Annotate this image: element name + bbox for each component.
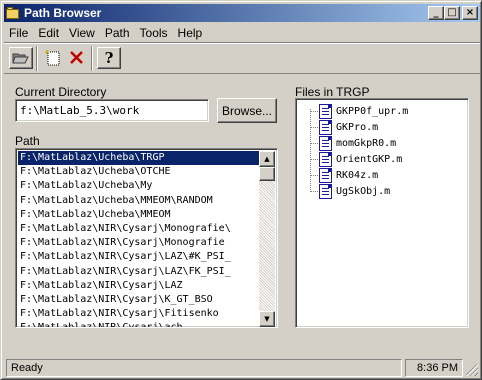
file-name: momGkpR0.m xyxy=(336,137,397,149)
path-list-item[interactable]: F:\MatLablaz\NIR\Cysarj\LAZ\#K_PSI_ xyxy=(18,250,260,264)
m-file-icon xyxy=(319,135,332,151)
menu-tools[interactable]: Tools xyxy=(135,26,173,40)
file-name: GKPP0f_upr.m xyxy=(336,105,409,117)
m-file-icon xyxy=(319,103,332,119)
path-list-item[interactable]: F:\MatLablaz\NIR\Cysarj\K_GT_BSO xyxy=(18,293,260,307)
folder-app-icon xyxy=(6,6,20,20)
m-file-icon xyxy=(319,167,332,183)
path-label: Path xyxy=(15,134,40,148)
tree-branch xyxy=(310,190,318,192)
help-icon: ? xyxy=(104,49,114,67)
arrow-down-icon: ▼ xyxy=(264,315,270,323)
open-folder-button[interactable] xyxy=(9,47,33,69)
browse-button[interactable]: Browse... xyxy=(217,98,277,123)
window-controls: _ □ × xyxy=(428,6,478,20)
files-tree[interactable]: GKPP0f_upr.m GKPro.m momGkpR0.m OrientGKP.m… xyxy=(295,98,469,328)
current-directory-label: Current Directory xyxy=(15,85,107,99)
new-file-icon xyxy=(45,50,60,66)
files-label: Files in TRGP xyxy=(295,85,370,99)
toolbar-separator xyxy=(36,46,38,71)
close-button[interactable]: × xyxy=(462,6,478,20)
menu-path[interactable]: Path xyxy=(100,26,135,40)
maximize-button[interactable]: □ xyxy=(444,6,460,20)
file-list-item[interactable]: RK04z.m xyxy=(310,167,378,183)
file-list-item[interactable]: GKPro.m xyxy=(310,119,378,135)
menu-edit[interactable]: Edit xyxy=(33,26,64,40)
file-name: UgSkObj.m xyxy=(336,185,391,197)
status-text: Ready xyxy=(6,359,402,377)
tree-branch xyxy=(310,158,318,160)
resize-grip[interactable] xyxy=(466,364,478,376)
menu-bar: File Edit View Path Tools Help xyxy=(4,23,480,42)
path-list-item[interactable]: F:\MatLablaz\Ucheba\TRGP xyxy=(17,149,261,167)
path-browser-window: Path Browser _ □ × File Edit View Path T… xyxy=(0,0,482,380)
tree-branch xyxy=(310,126,318,128)
file-list-item[interactable]: OrientGKP.m xyxy=(310,151,402,167)
status-time: 8:36 PM xyxy=(405,359,463,377)
path-listbox[interactable]: F:\MatLablaz\Ucheba\TRGP F:\MatLablaz\Uch… xyxy=(15,148,278,328)
tree-branch xyxy=(310,174,318,176)
path-list-item[interactable]: F:\MatLablaz\NIR\Cysarj\LAZ xyxy=(18,279,260,293)
menu-help[interactable]: Help xyxy=(173,26,208,40)
path-rows: F:\MatLablaz\Ucheba\TRGP F:\MatLablaz\Uch… xyxy=(17,149,261,327)
menu-view[interactable]: View xyxy=(64,26,100,40)
path-list-item[interactable]: F:\MatLablaz\NIR\Cysarj\LAZ\FK_PSI_ xyxy=(18,265,260,279)
menu-file[interactable]: File xyxy=(4,26,33,40)
delete-icon xyxy=(70,51,83,64)
path-list-item[interactable]: F:\MatLablaz\Ucheba\MMEOM\RANDOM xyxy=(18,194,260,208)
arrow-up-icon: ▲ xyxy=(264,155,270,163)
file-list-item[interactable]: GKPP0f_upr.m xyxy=(310,103,408,119)
path-list-item[interactable]: F:\MatLablaz\NIR\Cysarj\Fitisenko xyxy=(18,307,260,321)
m-file-icon xyxy=(319,119,332,135)
path-list-item[interactable]: F:\MatLablaz\Ucheba\My xyxy=(18,179,260,193)
path-list-item[interactable]: F:\MatLablaz\Ucheba\OTCHE xyxy=(18,165,260,179)
path-scrollbar[interactable]: ▲ ▼ xyxy=(259,151,275,327)
toolbar: ? xyxy=(4,42,480,74)
window-title: Path Browser xyxy=(24,6,102,20)
current-directory-input[interactable]: f:\MatLab_5.3\work xyxy=(15,99,209,122)
scroll-up-button[interactable]: ▲ xyxy=(259,151,275,167)
file-name: GKPro.m xyxy=(336,121,379,133)
open-folder-icon xyxy=(12,53,29,64)
tree-branch xyxy=(310,142,318,144)
new-button[interactable] xyxy=(41,47,65,69)
m-file-icon xyxy=(319,183,332,199)
path-list-item[interactable]: F:\MatLablaz\NIR\Cysarj\ach xyxy=(18,321,260,327)
scroll-down-button[interactable]: ▼ xyxy=(259,311,275,327)
path-list-item[interactable]: F:\MatLablaz\NIR\Cysarj\Monografie xyxy=(18,236,260,250)
file-name: RK04z.m xyxy=(336,169,379,181)
m-file-icon xyxy=(319,151,332,167)
toolbar-separator xyxy=(91,46,93,71)
help-button[interactable]: ? xyxy=(97,47,121,69)
file-list-item[interactable]: momGkpR0.m xyxy=(310,135,396,151)
title-bar[interactable]: Path Browser _ □ × xyxy=(4,4,480,22)
path-list-item[interactable]: F:\MatLablaz\NIR\Cysarj\Monografie\ xyxy=(18,222,260,236)
minimize-button[interactable]: _ xyxy=(428,6,444,20)
delete-button[interactable] xyxy=(65,47,89,69)
status-bar: Ready 8:36 PM xyxy=(4,359,480,378)
tree-branch xyxy=(310,110,318,112)
file-name: OrientGKP.m xyxy=(336,153,403,165)
file-list-item[interactable]: UgSkObj.m xyxy=(310,183,390,199)
scroll-thumb[interactable] xyxy=(259,167,275,181)
path-list-item[interactable]: F:\MatLablaz\Ucheba\MMEOM xyxy=(18,208,260,222)
